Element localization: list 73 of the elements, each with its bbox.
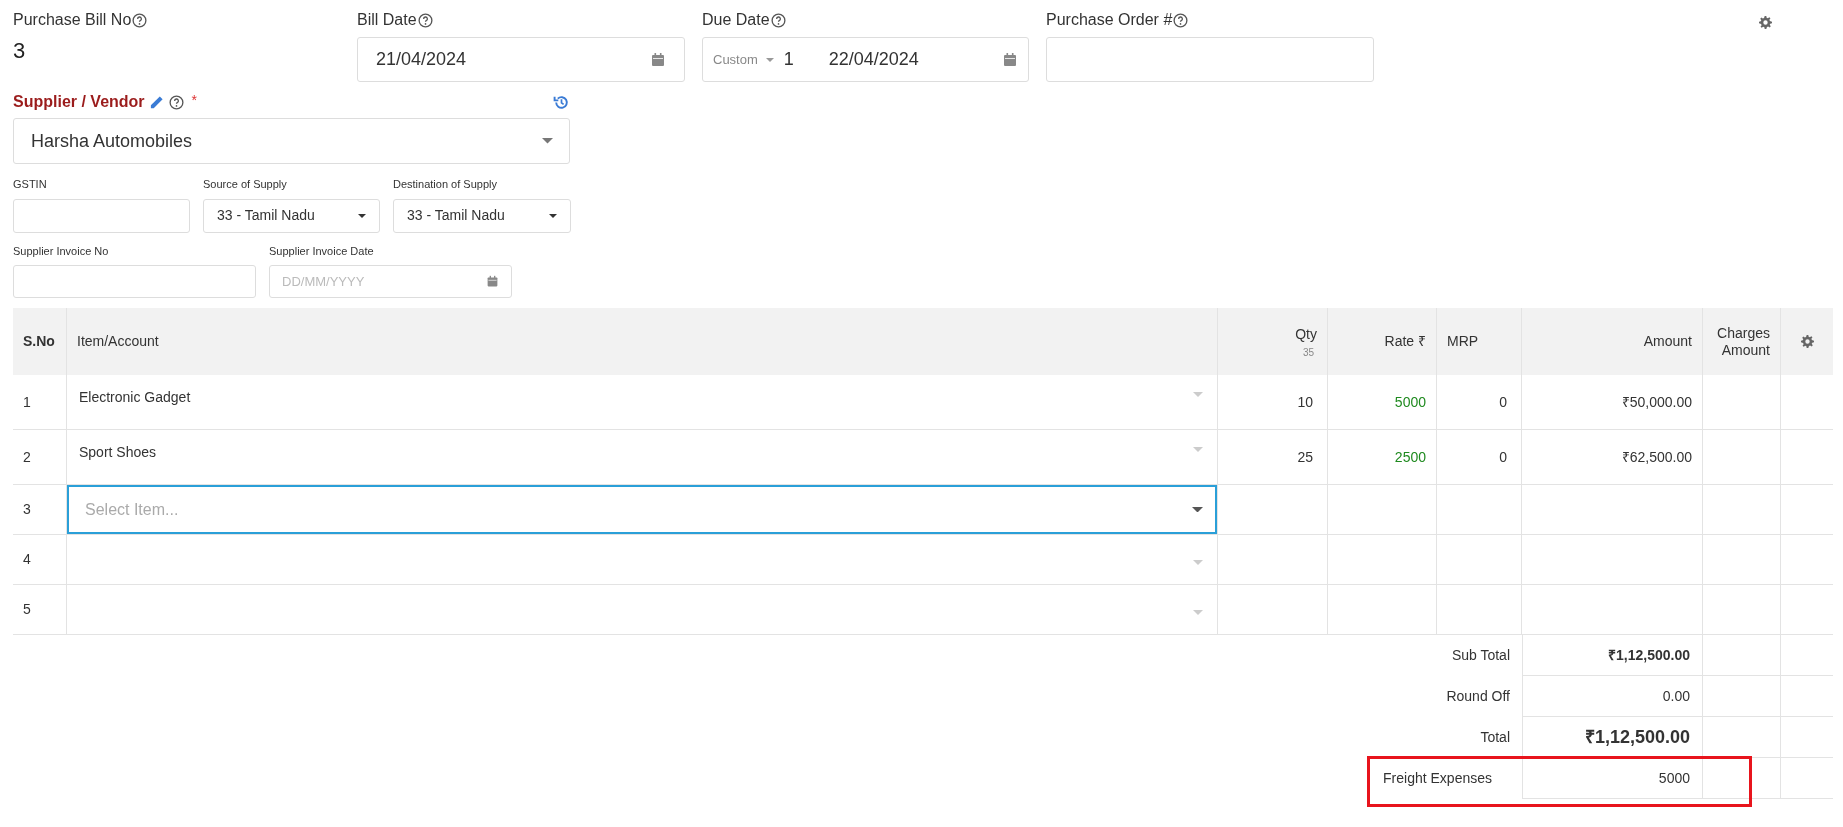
help-icon[interactable] xyxy=(770,12,786,28)
caret-icon xyxy=(1193,392,1203,397)
total-value: ₹1,12,500.00 xyxy=(1522,717,1703,758)
purchase-order-field[interactable] xyxy=(1046,37,1374,82)
bill-number: 3 xyxy=(13,37,27,65)
rate-cell: 5000 xyxy=(1328,375,1437,429)
due-date-value[interactable]: 22/04/2024 xyxy=(828,46,919,73)
invoice-number-field[interactable] xyxy=(13,265,256,298)
total-value: ₹1,12,500.00 xyxy=(1522,635,1703,676)
caret-icon xyxy=(358,213,366,218)
column-header: Item/Account xyxy=(67,308,1218,375)
total-value: 0.00 xyxy=(1522,676,1703,717)
calendar-icon[interactable] xyxy=(1002,51,1018,68)
column-header: Charges Amount xyxy=(1703,308,1781,375)
total-label: Round Off xyxy=(1446,687,1510,706)
total-label: Sub Total xyxy=(1451,646,1510,665)
required-mark: * xyxy=(191,91,198,110)
table-cell: 2 xyxy=(13,430,67,484)
field-label: Destination of Supply xyxy=(393,177,498,192)
caret-icon xyxy=(1193,447,1203,452)
field-label: Bill Date xyxy=(357,10,417,30)
table-cell: 25 xyxy=(1218,430,1328,484)
field-label: Purchase Order # xyxy=(1046,10,1173,30)
column-header: Qty 35 xyxy=(1218,308,1328,375)
column-header: S.No xyxy=(13,308,67,375)
total-label: Total xyxy=(1480,728,1510,747)
field-label: Supplier Invoice No xyxy=(13,243,110,259)
rate-cell: 2500 xyxy=(1328,430,1437,484)
table-cell: ₹50,000.00 xyxy=(1522,375,1703,429)
table-cell: 0 xyxy=(1437,430,1522,484)
days-input[interactable]: 1 xyxy=(783,46,824,73)
field-label: Source of Supply xyxy=(203,177,288,192)
column-header: Rate ₹ xyxy=(1328,308,1437,375)
settings-icon[interactable] xyxy=(1759,16,1772,29)
source-select[interactable]: 33 - Tamil Nadu xyxy=(203,198,380,233)
column-header: MRP xyxy=(1437,308,1522,375)
field-label: GSTIN xyxy=(13,177,48,192)
term-dropdown[interactable]: Custom xyxy=(713,49,774,70)
field-label: Supplier Invoice Date xyxy=(269,243,375,259)
table-cell: 4 xyxy=(13,535,67,584)
calendar-icon[interactable] xyxy=(650,51,666,68)
item-select[interactable]: Electronic Gadget xyxy=(67,375,1217,429)
table-cell: 10 xyxy=(1218,375,1328,429)
calendar-icon[interactable] xyxy=(486,275,499,288)
date-field[interactable]: 21/04/2024 xyxy=(357,37,685,82)
history-icon[interactable] xyxy=(553,93,570,111)
field-label: Supplier / Vendor xyxy=(13,92,145,112)
table-cell: 1 xyxy=(13,375,67,429)
help-icon[interactable] xyxy=(417,12,433,28)
table-cell: 3 xyxy=(13,485,67,534)
table-cell: 0 xyxy=(1437,375,1522,429)
total-value: 5000 xyxy=(1522,758,1703,799)
column-header: Amount xyxy=(1522,308,1703,375)
help-icon[interactable] xyxy=(132,12,148,28)
caret-icon xyxy=(542,138,553,144)
caret-icon xyxy=(765,57,774,62)
help-icon[interactable] xyxy=(1173,12,1189,28)
total-label: Freight Expenses xyxy=(1383,769,1492,788)
gstin-field[interactable] xyxy=(13,198,190,233)
pencil-icon[interactable] xyxy=(148,94,164,110)
item-select[interactable]: Sport Shoes xyxy=(67,430,1217,484)
settings-icon[interactable] xyxy=(1800,335,1814,348)
caret-icon xyxy=(1192,506,1203,513)
caret-icon xyxy=(1193,559,1203,565)
field-label: Purchase Bill No xyxy=(13,10,132,30)
destination-select[interactable]: 33 - Tamil Nadu xyxy=(393,198,571,233)
table-cell: ₹62,500.00 xyxy=(1522,430,1703,484)
caret-icon xyxy=(1193,609,1203,615)
table-cell: 5 xyxy=(13,585,67,634)
help-icon[interactable] xyxy=(168,94,184,110)
caret-icon xyxy=(549,213,557,218)
field-label: Due Date xyxy=(702,10,770,30)
supplier-select[interactable]: Harsha Automobiles xyxy=(13,118,570,164)
